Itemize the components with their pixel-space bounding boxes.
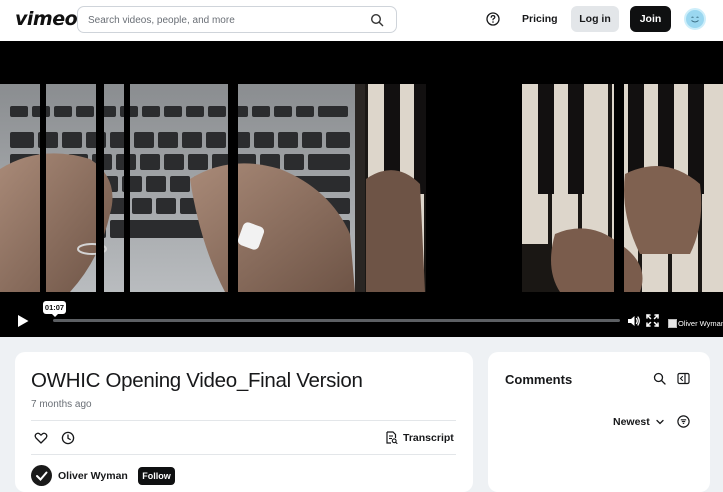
progress-track[interactable] xyxy=(53,319,620,322)
heart-icon[interactable] xyxy=(34,431,48,445)
transcript-button[interactable]: Transcript xyxy=(385,431,454,444)
filter-icon[interactable] xyxy=(677,415,690,428)
search-box[interactable] xyxy=(77,6,397,33)
sort-label: Newest xyxy=(613,416,650,428)
sort-dropdown[interactable]: Newest xyxy=(613,416,664,428)
follow-button[interactable]: Follow xyxy=(138,467,175,485)
avatar-face-icon xyxy=(688,12,702,26)
user-avatar[interactable] xyxy=(684,8,706,30)
search-input[interactable] xyxy=(88,12,358,28)
divider xyxy=(31,454,456,455)
search-icon[interactable] xyxy=(370,13,384,27)
brand-alt-text: Oliver Wyman xyxy=(678,319,723,328)
video-player[interactable]: 01:07 Oliver Wyman xyxy=(0,41,723,337)
fullscreen-icon[interactable] xyxy=(646,314,659,327)
search-icon[interactable] xyxy=(653,372,666,385)
video-title: OWHIC Opening Video_Final Version xyxy=(31,369,363,392)
comments-title: Comments xyxy=(505,372,573,387)
transcript-icon xyxy=(386,431,398,444)
login-button[interactable]: Log in xyxy=(571,6,619,32)
owner-avatar[interactable] xyxy=(31,465,52,486)
pricing-link[interactable]: Pricing xyxy=(522,13,558,25)
help-icon[interactable] xyxy=(486,12,500,26)
broken-image-icon xyxy=(668,319,677,328)
divider xyxy=(31,420,456,421)
top-nav: vimeo Pricing Log in Join xyxy=(0,0,723,41)
comments-panel: Comments Newest xyxy=(488,352,710,492)
chevron-down-icon xyxy=(656,419,664,425)
collapse-panel-icon[interactable] xyxy=(677,372,690,385)
video-still-image xyxy=(0,84,723,292)
volume-icon[interactable] xyxy=(627,314,641,328)
video-info-card: OWHIC Opening Video_Final Version 7 mont… xyxy=(15,352,473,492)
join-button[interactable]: Join xyxy=(630,6,671,32)
owner-name[interactable]: Oliver Wyman xyxy=(58,470,128,482)
transcript-label: Transcript xyxy=(403,431,454,444)
vimeo-logo[interactable]: vimeo xyxy=(15,8,78,30)
video-frame[interactable] xyxy=(0,84,723,292)
owner-logo-icon xyxy=(36,471,48,481)
time-tooltip: 01:07 xyxy=(43,301,66,317)
play-icon[interactable] xyxy=(16,314,30,328)
brand-logo[interactable]: Oliver Wyman xyxy=(668,319,723,328)
upload-age: 7 months ago xyxy=(31,399,92,410)
clock-icon[interactable] xyxy=(61,431,75,445)
